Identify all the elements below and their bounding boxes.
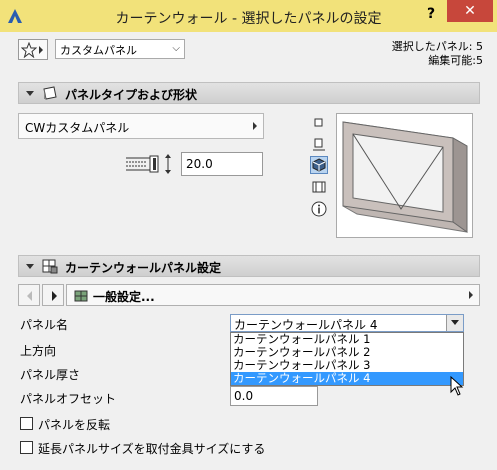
section-title: パネルタイプおよび形状: [65, 88, 198, 102]
selected-panels-count: 選択したパネル: 5: [391, 40, 483, 53]
preset-select[interactable]: カスタムパネル ⌵: [55, 39, 185, 59]
close-button[interactable]: ✕: [447, 0, 493, 22]
panel-shape-icon: [43, 86, 57, 100]
panel-name-label: パネル名: [20, 318, 69, 332]
panel-offset-label: パネルオフセット: [20, 392, 117, 406]
thickness-input[interactable]: 20.0: [181, 152, 263, 176]
panel-name-value: カーテンウォールパネル 4: [234, 318, 378, 332]
arrow-right-icon: [253, 122, 257, 130]
section-panel-type-header[interactable]: パネルタイプおよび形状: [18, 82, 480, 104]
preset-value: カスタムパネル: [60, 44, 137, 57]
settings-page-navigator: 一般設定...: [18, 284, 480, 306]
panel-3d-preview-icon: [342, 121, 468, 233]
panel-name-select[interactable]: カーテンウォールパネル 4: [230, 314, 464, 332]
favorites-arrow-icon: [39, 46, 43, 54]
direction-label: 上方向: [20, 344, 57, 358]
star-icon: [21, 42, 37, 58]
panel-type-button[interactable]: CWカスタムパネル: [18, 113, 264, 139]
previous-page-button[interactable]: [18, 284, 40, 306]
page-label: 一般設定...: [93, 290, 155, 304]
3d-view-icon[interactable]: [310, 156, 328, 174]
elevation-view-icon[interactable]: [310, 178, 328, 196]
panel-preview: [336, 113, 473, 238]
section-title: カーテンウォールパネル設定: [65, 261, 222, 275]
flip-panel-checkbox[interactable]: [20, 417, 33, 430]
mouse-cursor-icon: [450, 376, 464, 396]
collapse-icon: [26, 264, 34, 269]
collapse-icon: [26, 91, 34, 96]
panel-type-value: CWカスタムパネル: [25, 121, 130, 135]
next-page-button[interactable]: [42, 284, 64, 306]
general-settings-icon: [74, 290, 88, 302]
selection-info: 選択したパネル: 5 編集可能:5: [392, 40, 483, 68]
dropdown-option-selected[interactable]: カーテンウォールパネル 4: [231, 372, 463, 385]
editable-count: 編集可能:5: [428, 54, 483, 67]
panel-offset-input[interactable]: 0.0: [230, 386, 318, 406]
chevron-down-icon: ⌵: [172, 43, 180, 54]
section-cw-panel-settings-header[interactable]: カーテンウォールパネル設定: [18, 255, 480, 277]
help-button[interactable]: ?: [420, 2, 442, 26]
settings-page-select[interactable]: 一般設定...: [66, 284, 480, 306]
arrow-right-icon: [469, 291, 473, 299]
extend-panel-checkbox[interactable]: [20, 441, 33, 454]
info-icon[interactable]: [310, 200, 328, 218]
panel-name-dropdown-list: カーテンウォールパネル 1 カーテンウォールパネル 2 カーテンウォールパネル …: [230, 332, 464, 386]
title-bar: カーテンウォール - 選択したパネルの設定 ? ✕: [0, 0, 497, 32]
thickness-icon: [126, 154, 171, 174]
flip-panel-label: パネルを反転: [38, 418, 111, 432]
panel-thickness-label: パネル厚さ: [20, 368, 81, 382]
cw-panel-settings-icon: [42, 259, 58, 274]
extend-panel-label: 延長パネルサイズを取付金具サイズにする: [38, 442, 266, 456]
chevron-down-icon[interactable]: [446, 315, 463, 331]
favorites-button[interactable]: [18, 39, 48, 60]
section-view-icon[interactable]: [310, 136, 328, 154]
plan-view-icon[interactable]: [310, 114, 328, 132]
